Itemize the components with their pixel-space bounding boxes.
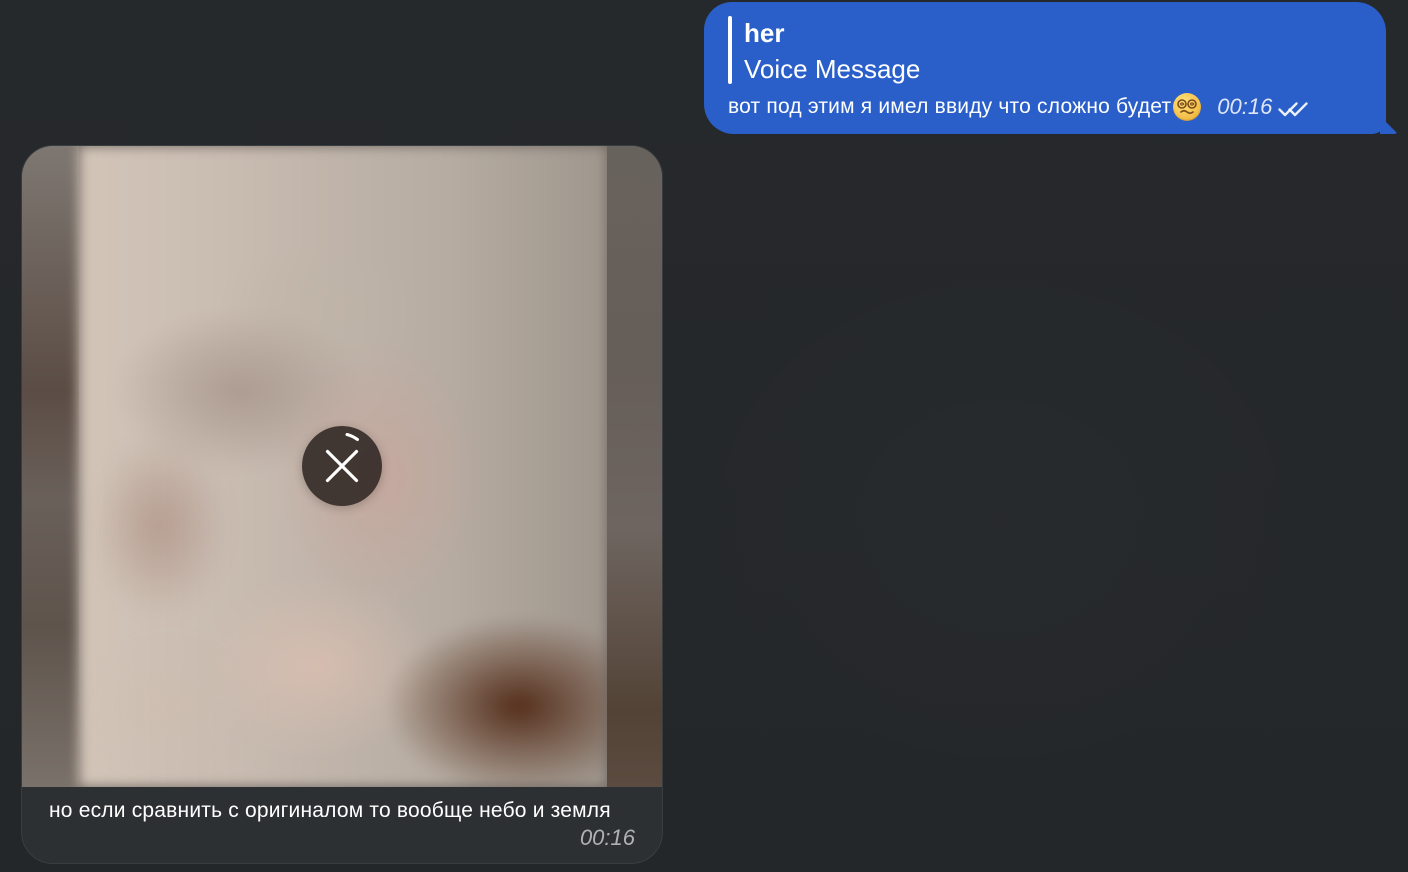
reply-accent-bar — [728, 16, 732, 84]
outgoing-message[interactable]: her Voice Message вот под этим я имел вв… — [704, 2, 1398, 134]
reply-message-type: Voice Message — [744, 54, 921, 84]
media-preview[interactable] — [22, 146, 662, 787]
reply-sender-name: her — [744, 18, 785, 48]
incoming-message[interactable]: но если сравнить с оригиналом то вообще … — [21, 145, 663, 864]
incoming-message-time: 00:16 — [579, 825, 635, 850]
media-side-left — [22, 146, 79, 787]
cancel-download-button[interactable] — [302, 426, 382, 506]
outgoing-message-row: вот под этим я имел ввиду что сложно буд… — [728, 92, 1312, 122]
woozy-face-emoji — [1173, 93, 1202, 121]
reply-preview[interactable]: her Voice Message — [728, 16, 1148, 84]
outgoing-message-time: 00:16 — [1217, 94, 1273, 119]
outgoing-message-text: вот под этим я имел ввиду что сложно буд… — [728, 95, 1172, 118]
incoming-message-caption: но если сравнить с оригиналом то вообще … — [49, 799, 611, 822]
media-side-right — [607, 146, 662, 787]
double-check-icon — [1278, 98, 1312, 120]
